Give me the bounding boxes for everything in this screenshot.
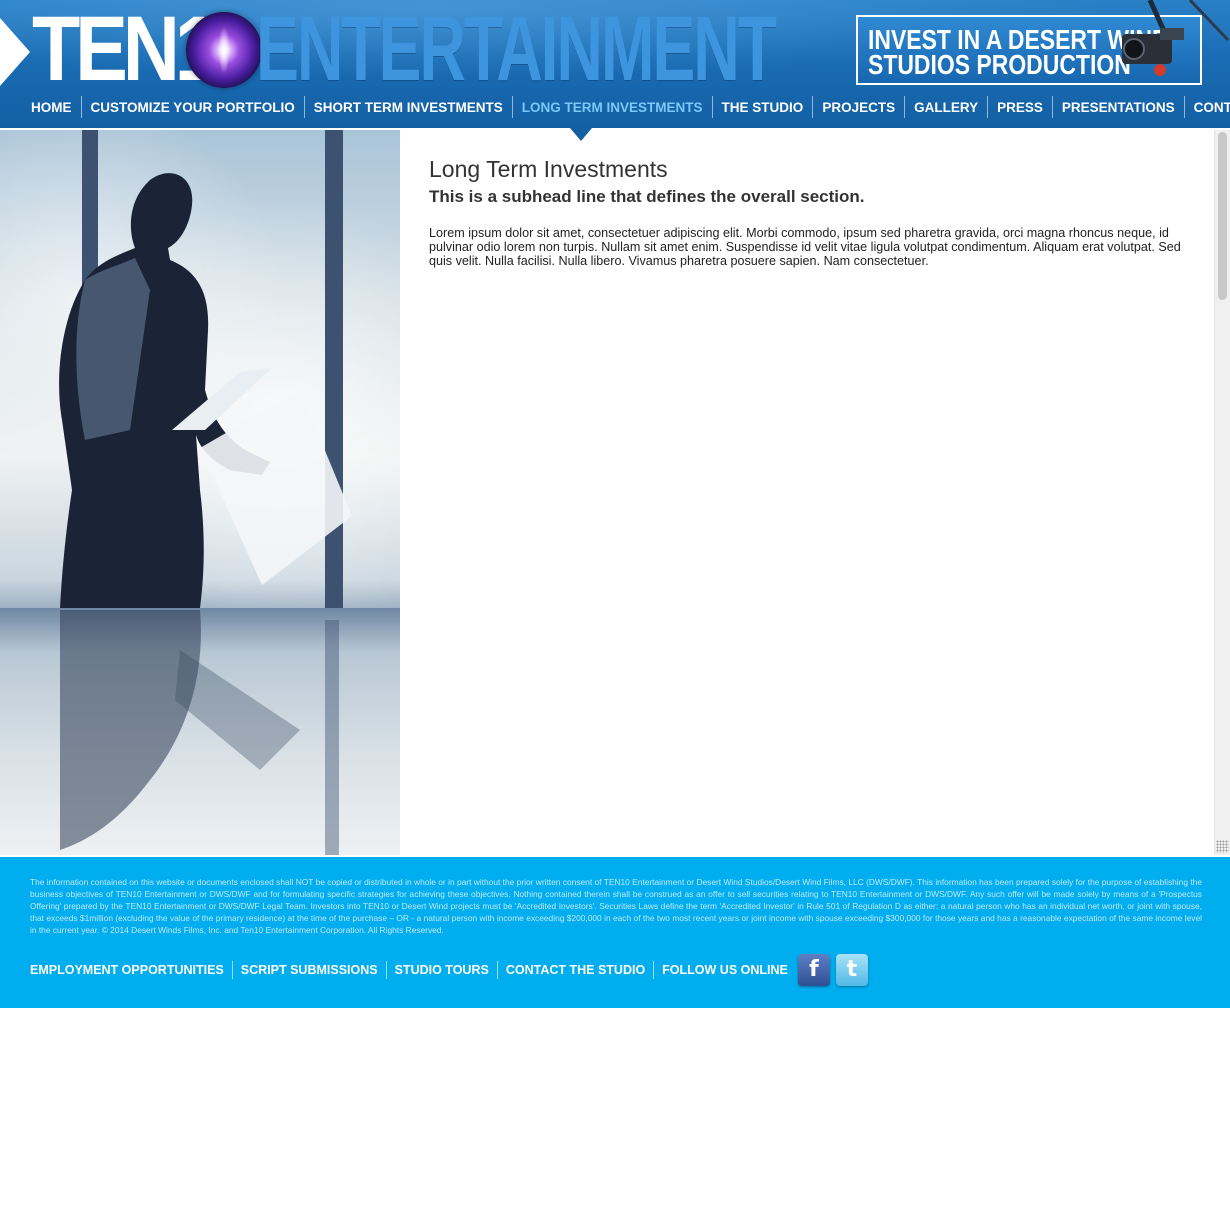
- businessman-photo: [0, 130, 400, 855]
- footer-link-contact-studio[interactable]: CONTACT THE STUDIO: [496, 961, 653, 979]
- site-header: TEN1 ENTERTAINMENT INVEST IN A DESERT WI…: [0, 0, 1230, 128]
- footer-link-studio-tours[interactable]: STUDIO TOURS: [385, 961, 497, 979]
- legal-disclaimer: The information contained on this websit…: [30, 877, 1202, 935]
- lens-flare-icon: [218, 26, 230, 74]
- active-nav-pointer-icon: [570, 128, 592, 141]
- footer-link-script-submissions[interactable]: SCRIPT SUBMISSIONS: [231, 961, 386, 979]
- nav-short-term-investments[interactable]: SHORT TERM INVESTMENTS: [303, 96, 512, 118]
- logo-arrow-icon: [0, 18, 30, 86]
- film-camera-icon: [1122, 0, 1230, 76]
- follow-us-label: FOLLOW US ONLINE: [653, 961, 796, 979]
- scrollbar-thumb[interactable]: [1218, 132, 1227, 300]
- nav-the-studio[interactable]: THE STUDIO: [711, 96, 813, 118]
- facebook-icon[interactable]: f: [797, 954, 830, 986]
- twitter-icon[interactable]: t: [835, 954, 868, 986]
- person-silhouette: [59, 173, 352, 850]
- logo-entertainment-text[interactable]: ENTERTAINMENT: [256, 3, 777, 95]
- content-panel: Long Term Investments This is a subhead …: [400, 130, 1230, 855]
- nav-projects[interactable]: PROJECTS: [812, 96, 904, 118]
- site-footer: The information contained on this websit…: [0, 857, 1230, 1008]
- content-scrollbar[interactable]: [1214, 130, 1230, 855]
- nav-long-term-investments[interactable]: LONG TERM INVESTMENTS: [511, 96, 712, 118]
- nav-contact[interactable]: CONTACT: [1183, 96, 1230, 118]
- nav-gallery[interactable]: GALLERY: [904, 96, 987, 118]
- nav-presentations[interactable]: PRESENTATIONS: [1051, 96, 1184, 118]
- footer-nav: EMPLOYMENT OPPORTUNITIES SCRIPT SUBMISSI…: [22, 954, 868, 986]
- nav-home[interactable]: HOME: [22, 96, 81, 118]
- facebook-glyph: f: [809, 957, 819, 982]
- page-title: Long Term Investments: [429, 156, 668, 182]
- resize-grip-icon[interactable]: [1216, 840, 1229, 853]
- nav-press[interactable]: PRESS: [987, 96, 1052, 118]
- nav-customize-portfolio[interactable]: CUSTOMIZE YOUR PORTFOLIO: [80, 96, 304, 118]
- twitter-glyph: t: [846, 957, 858, 982]
- page-subhead: This is a subhead line that defines the …: [429, 187, 865, 206]
- main-nav: HOME CUSTOMIZE YOUR PORTFOLIO SHORT TERM…: [22, 96, 1230, 118]
- footer-link-employment[interactable]: EMPLOYMENT OPPORTUNITIES: [22, 961, 232, 979]
- page-body-text: Lorem ipsum dolor sit amet, consectetuer…: [429, 226, 1181, 268]
- invest-banner-line2: STUDIOS PRODUCTION: [868, 49, 1131, 80]
